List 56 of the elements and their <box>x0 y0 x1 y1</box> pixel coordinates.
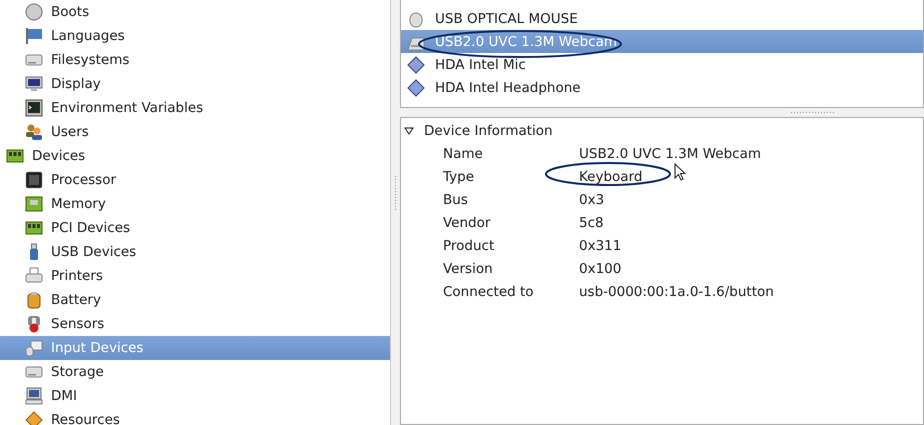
property-value: 0x311 <box>579 238 622 254</box>
sidebar-item[interactable]: Sensors <box>0 312 390 336</box>
device-list-item[interactable]: USB OPTICAL MOUSE <box>401 7 923 30</box>
mouse-pointer-icon <box>674 163 686 181</box>
sidebar-item[interactable]: Processor <box>0 168 390 192</box>
sidebar-item[interactable]: Resources <box>0 408 390 425</box>
input-icon <box>25 339 43 357</box>
device-list-item[interactable]: HDA Intel Mic <box>401 53 923 76</box>
mouse-icon <box>407 10 425 28</box>
sidebar-item[interactable]: Users <box>0 120 390 144</box>
property-value: usb-0000:00:1a.0-1.6/button <box>579 284 774 300</box>
chip-icon <box>25 171 43 189</box>
property-value: 0x3 <box>579 192 604 208</box>
flag-icon <box>25 27 43 45</box>
pane-splitter-handle[interactable] <box>394 174 397 210</box>
property-value: USB2.0 UVC 1.3M Webcam <box>579 146 761 162</box>
pane-splitter-handle[interactable] <box>790 111 834 114</box>
board-icon <box>25 219 43 237</box>
sidebar-item[interactable]: Storage <box>0 360 390 384</box>
users-icon <box>25 123 43 141</box>
memory-icon <box>25 195 43 213</box>
property-value: 0x100 <box>579 260 622 276</box>
property-value: Keyboard <box>579 168 642 184</box>
sidebar-item[interactable]: USB Devices <box>0 240 390 264</box>
property-label: Name <box>443 146 484 162</box>
terminal-icon <box>25 99 43 117</box>
sidebar-item[interactable]: DMI <box>0 384 390 408</box>
device-list-item[interactable]: HDA Intel Headphone <box>401 76 923 99</box>
printer-icon <box>25 267 43 285</box>
computer-icon <box>25 387 43 405</box>
property-label: Bus <box>443 192 469 208</box>
property-label: Type <box>443 168 476 184</box>
monitor-icon <box>25 75 43 93</box>
sidebar-item[interactable]: Filesystems <box>0 48 390 72</box>
circuit-board-icon <box>6 147 24 165</box>
sidebar-item[interactable]: PCI Devices <box>0 216 390 240</box>
diamond-icon <box>407 56 425 74</box>
resources-icon <box>25 411 43 425</box>
property-label: Product <box>443 238 496 254</box>
sidebar-item[interactable]: Environment Variables <box>0 96 390 120</box>
section-title: Device Information <box>424 122 553 138</box>
property-label: Version <box>443 260 494 276</box>
sidebar-item[interactable]: Display <box>0 72 390 96</box>
battery-icon <box>25 291 43 309</box>
sidebar-item[interactable]: Printers <box>0 264 390 288</box>
sidebar-section[interactable]: Devices <box>0 144 390 168</box>
property-label: Connected to <box>443 284 535 300</box>
sidebar-item[interactable]: Boots <box>0 0 390 24</box>
sidebar-item[interactable]: Languages <box>0 24 390 48</box>
sidebar-item[interactable]: Memory <box>0 192 390 216</box>
expanded-triangle-icon[interactable] <box>404 126 414 136</box>
property-label: Vendor <box>443 214 492 230</box>
disc-icon <box>25 3 43 21</box>
diamond-icon <box>407 78 425 96</box>
property-value: 5c8 <box>579 214 604 230</box>
sidebar-item[interactable]: Battery <box>0 288 390 312</box>
